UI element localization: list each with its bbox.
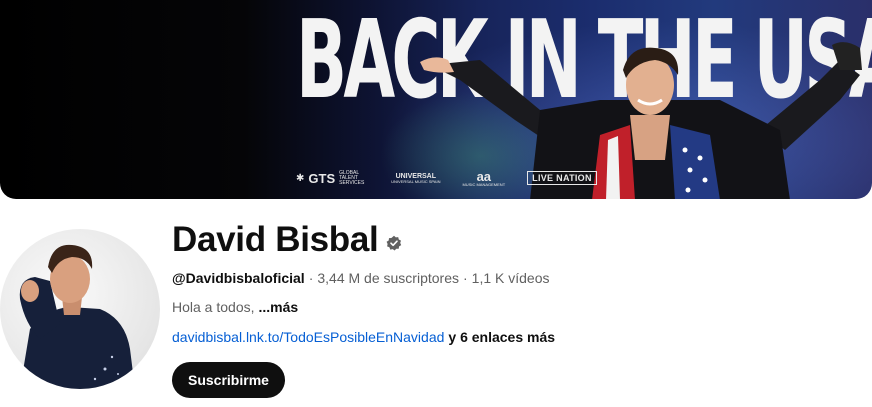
universal-logo-subtext: UNIVERSAL MUSIC SPAIN — [391, 178, 441, 184]
channel-description[interactable]: Hola a todos, ...más — [172, 297, 852, 317]
aa-logo-text: aa — [476, 168, 492, 184]
gts-logo-text: GTS — [308, 170, 336, 186]
aa-logo-subtext: MUSIC MANAGEMENT — [462, 181, 506, 187]
channel-name-row: David Bisbal — [172, 218, 852, 262]
meta-separator: · — [308, 270, 314, 286]
channel-link[interactable]: davidbisbal.lnk.to/TodoEsPosibleEnNavida… — [172, 329, 444, 345]
banner-logos: ✱ GTS GLOBAL TALENT SERVICES UNIVERSAL U… — [296, 166, 597, 190]
channel-avatar[interactable] — [0, 229, 160, 389]
description-text: Hola a todos, — [172, 299, 255, 315]
universal-logo: UNIVERSAL UNIVERSAL MUSIC SPAIN — [391, 173, 440, 184]
channel-name: David Bisbal — [172, 220, 379, 259]
more-links-button[interactable]: y 6 enlaces más — [448, 329, 555, 345]
avatar-portrait — [19, 244, 135, 389]
channel-links: davidbisbal.lnk.to/TodoEsPosibleEnNavida… — [172, 327, 852, 347]
video-count: 1,1 K vídeos — [471, 270, 550, 286]
channel-info: David Bisbal @Davidbisbaloficial · 3,44 … — [172, 218, 852, 398]
aa-logo: aa MUSIC MANAGEMENT — [462, 170, 505, 187]
channel-meta: @Davidbisbaloficial · 3,44 M de suscript… — [172, 268, 852, 288]
gts-logo-subtext: GLOBAL TALENT SERVICES — [339, 169, 365, 186]
subscribe-button[interactable]: Suscribirme — [172, 362, 285, 398]
subscriber-count: 3,44 M de suscriptores — [317, 270, 459, 286]
gts-logo: ✱ GTS GLOBAL TALENT SERVICES — [296, 169, 369, 186]
description-more-button[interactable]: ...más — [259, 299, 299, 315]
live-nation-logo: LIVE NATION — [527, 171, 597, 185]
meta-separator: · — [462, 270, 468, 286]
channel-handle: @Davidbisbaloficial — [172, 270, 305, 286]
verified-icon[interactable] — [386, 235, 402, 251]
gts-logo-mark: ✱ — [296, 172, 305, 184]
channel-banner: BACK IN THE USA ✱ GTS GLOBAL TALENT SERV… — [0, 0, 872, 199]
